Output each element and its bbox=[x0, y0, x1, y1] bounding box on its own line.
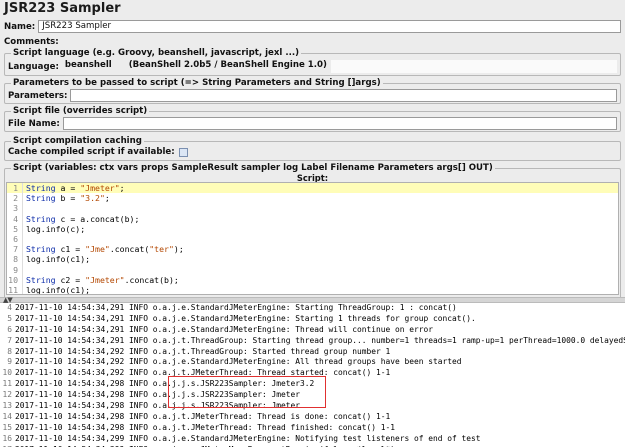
script-line[interactable]: 11 log.info(c1); bbox=[7, 284, 618, 295]
language-group: Script language (e.g. Groovy, beanshell,… bbox=[4, 48, 621, 76]
log-line-text: 2017-11-10 14:54:34,292 INFO o.a.j.e.Sta… bbox=[15, 357, 462, 367]
log-line: 15 2017-11-10 14:54:34,298 INFO o.a.j.t.J… bbox=[0, 423, 625, 434]
log-line: 7 2017-11-10 14:54:34,291 INFO o.a.j.t.Th… bbox=[0, 336, 625, 347]
log-line-number: 16 bbox=[2, 433, 12, 443]
log-line-number: 15 bbox=[2, 422, 12, 432]
language-value: beanshell bbox=[64, 60, 112, 70]
log-line-text: 2017-11-10 14:54:34,291 INFO o.a.j.t.Thr… bbox=[15, 335, 625, 345]
line-number: 2 bbox=[7, 193, 23, 204]
caching-group-title: Script compilation caching bbox=[11, 136, 144, 146]
log-viewer[interactable]: 4 2017-11-10 14:54:34,291 INFO o.a.j.e.St… bbox=[0, 303, 625, 447]
name-row: Name: JSR223 Sampler bbox=[4, 20, 621, 33]
script-line-text: String c = a.concat(b); bbox=[26, 213, 140, 224]
comments-input[interactable] bbox=[62, 35, 621, 48]
log-line-number: 8 bbox=[7, 346, 12, 356]
file-group-title: Script file (overrides script) bbox=[11, 106, 150, 116]
log-line-text: 2017-11-10 14:54:34,291 INFO o.a.j.e.Sta… bbox=[15, 313, 476, 323]
panel-title: JSR223 Sampler bbox=[4, 1, 121, 16]
script-line-text: String a = "Jmeter"; bbox=[26, 183, 125, 193]
language-select-box[interactable] bbox=[330, 60, 617, 73]
log-line-text: 2017-11-10 14:54:34,298 INFO o.a.j.t.JMe… bbox=[15, 422, 396, 432]
script-line-text: log.info(c1); bbox=[26, 284, 91, 295]
script-line-text: log.info(c); bbox=[26, 223, 86, 234]
log-line: 6 2017-11-10 14:54:34,291 INFO o.a.j.e.St… bbox=[0, 325, 625, 336]
line-number: 10 bbox=[7, 274, 23, 285]
script-line[interactable]: 2 String b = "3.2"; bbox=[7, 193, 618, 204]
log-line: 8 2017-11-10 14:54:34,292 INFO o.a.j.t.Th… bbox=[0, 347, 625, 358]
log-line-text: 2017-11-10 14:54:34,291 INFO o.a.j.e.Sta… bbox=[15, 303, 457, 312]
script-group-title: Script (variables: ctx vars props Sample… bbox=[11, 163, 495, 173]
language-group-title: Script language (e.g. Groovy, beanshell,… bbox=[11, 48, 302, 58]
parameters-group-title: Parameters to be passed to script (=> St… bbox=[11, 78, 383, 88]
script-editor[interactable]: 1 String a = "Jmeter"; 2 String b = "3.2"; 3… bbox=[6, 182, 619, 295]
language-label: Language: bbox=[8, 61, 59, 72]
log-line-number: 12 bbox=[2, 390, 12, 400]
comments-label: Comments: bbox=[4, 36, 59, 47]
log-line: 16 2017-11-10 14:54:34,299 INFO o.a.j.e.S… bbox=[0, 434, 625, 445]
script-line[interactable]: 1 String a = "Jmeter"; bbox=[7, 183, 618, 194]
name-input[interactable]: JSR223 Sampler bbox=[38, 20, 621, 33]
log-line-number: 11 bbox=[2, 379, 12, 389]
cache-checkbox[interactable] bbox=[178, 147, 188, 157]
script-line[interactable]: 5 log.info(c); bbox=[7, 223, 618, 234]
parameters-input[interactable] bbox=[70, 89, 617, 102]
log-line-number: 4 bbox=[7, 303, 12, 312]
script-line[interactable]: 3 bbox=[7, 203, 618, 214]
script-line[interactable]: 9 bbox=[7, 264, 618, 275]
line-number: 11 bbox=[7, 284, 23, 294]
line-number: 4 bbox=[7, 213, 23, 224]
highlight-box bbox=[168, 376, 326, 408]
line-number: 1 bbox=[7, 183, 23, 194]
line-number: 5 bbox=[7, 223, 23, 234]
line-number: 7 bbox=[7, 244, 23, 255]
script-line-text bbox=[23, 234, 26, 244]
line-number: 8 bbox=[7, 254, 23, 265]
log-line: 5 2017-11-10 14:54:34,291 INFO o.a.j.e.St… bbox=[0, 314, 625, 325]
log-line-text: 2017-11-10 14:54:34,298 INFO o.a.j.t.JMe… bbox=[15, 411, 391, 421]
log-line-text: 2017-11-10 14:54:34,291 INFO o.a.j.e.Sta… bbox=[15, 324, 434, 334]
caching-group: Script compilation caching Cache compile… bbox=[4, 136, 621, 161]
script-line[interactable]: 8 log.info(c1); bbox=[7, 254, 618, 265]
log-line-number: 10 bbox=[2, 368, 12, 378]
log-line-number: 14 bbox=[2, 411, 12, 421]
script-line-text: String c1 = "Jme".concat("ter"); bbox=[26, 244, 184, 255]
parameters-label: Parameters: bbox=[8, 90, 68, 101]
log-line-number: 6 bbox=[7, 324, 12, 334]
log-line-number: 5 bbox=[7, 313, 12, 323]
log-line: 4 2017-11-10 14:54:34,291 INFO o.a.j.e.St… bbox=[0, 303, 625, 314]
script-line[interactable]: 6 bbox=[7, 233, 618, 245]
script-line[interactable]: 10 String c2 = "Jmeter".concat(b); bbox=[7, 274, 618, 285]
file-name-input[interactable] bbox=[62, 117, 617, 130]
script-line[interactable]: 4 String c = a.concat(b); bbox=[7, 213, 618, 224]
language-select[interactable]: beanshell (BeanShell 2.0b5 / BeanShell E… bbox=[62, 60, 327, 73]
script-line-text: String b = "3.2"; bbox=[26, 193, 110, 204]
name-label: Name: bbox=[4, 21, 36, 32]
line-number: 3 bbox=[7, 203, 23, 214]
script-line-text bbox=[23, 203, 26, 213]
log-line-text: 2017-11-10 14:54:34,299 INFO o.a.j.e.Sta… bbox=[15, 433, 481, 443]
log-line-number: 7 bbox=[7, 335, 12, 345]
cache-label: Cache compiled script if available: bbox=[8, 147, 175, 157]
script-line-text bbox=[23, 265, 26, 275]
script-line-text: log.info(c1); bbox=[26, 254, 91, 265]
comments-row: Comments: bbox=[4, 35, 621, 48]
file-group: Script file (overrides script) File Name… bbox=[4, 106, 621, 132]
log-line: 14 2017-11-10 14:54:34,298 INFO o.a.j.t.J… bbox=[0, 412, 625, 423]
language-engine: (BeanShell 2.0b5 / BeanShell Engine 1.0) bbox=[128, 60, 327, 70]
line-number: 9 bbox=[7, 264, 23, 275]
log-line: 9 2017-11-10 14:54:34,292 INFO o.a.j.e.St… bbox=[0, 357, 625, 368]
script-line-text: String c2 = "Jmeter".concat(b); bbox=[26, 274, 179, 285]
parameters-group: Parameters to be passed to script (=> St… bbox=[4, 78, 621, 104]
file-name-label: File Name: bbox=[8, 118, 60, 129]
log-line-number: 13 bbox=[2, 401, 12, 411]
line-number: 6 bbox=[7, 233, 23, 245]
script-line[interactable]: 7 String c1 = "Jme".concat("ter"); bbox=[7, 244, 618, 255]
log-line-number: 9 bbox=[7, 357, 12, 367]
log-line-text: 2017-11-10 14:54:34,292 INFO o.a.j.t.Thr… bbox=[15, 346, 391, 356]
